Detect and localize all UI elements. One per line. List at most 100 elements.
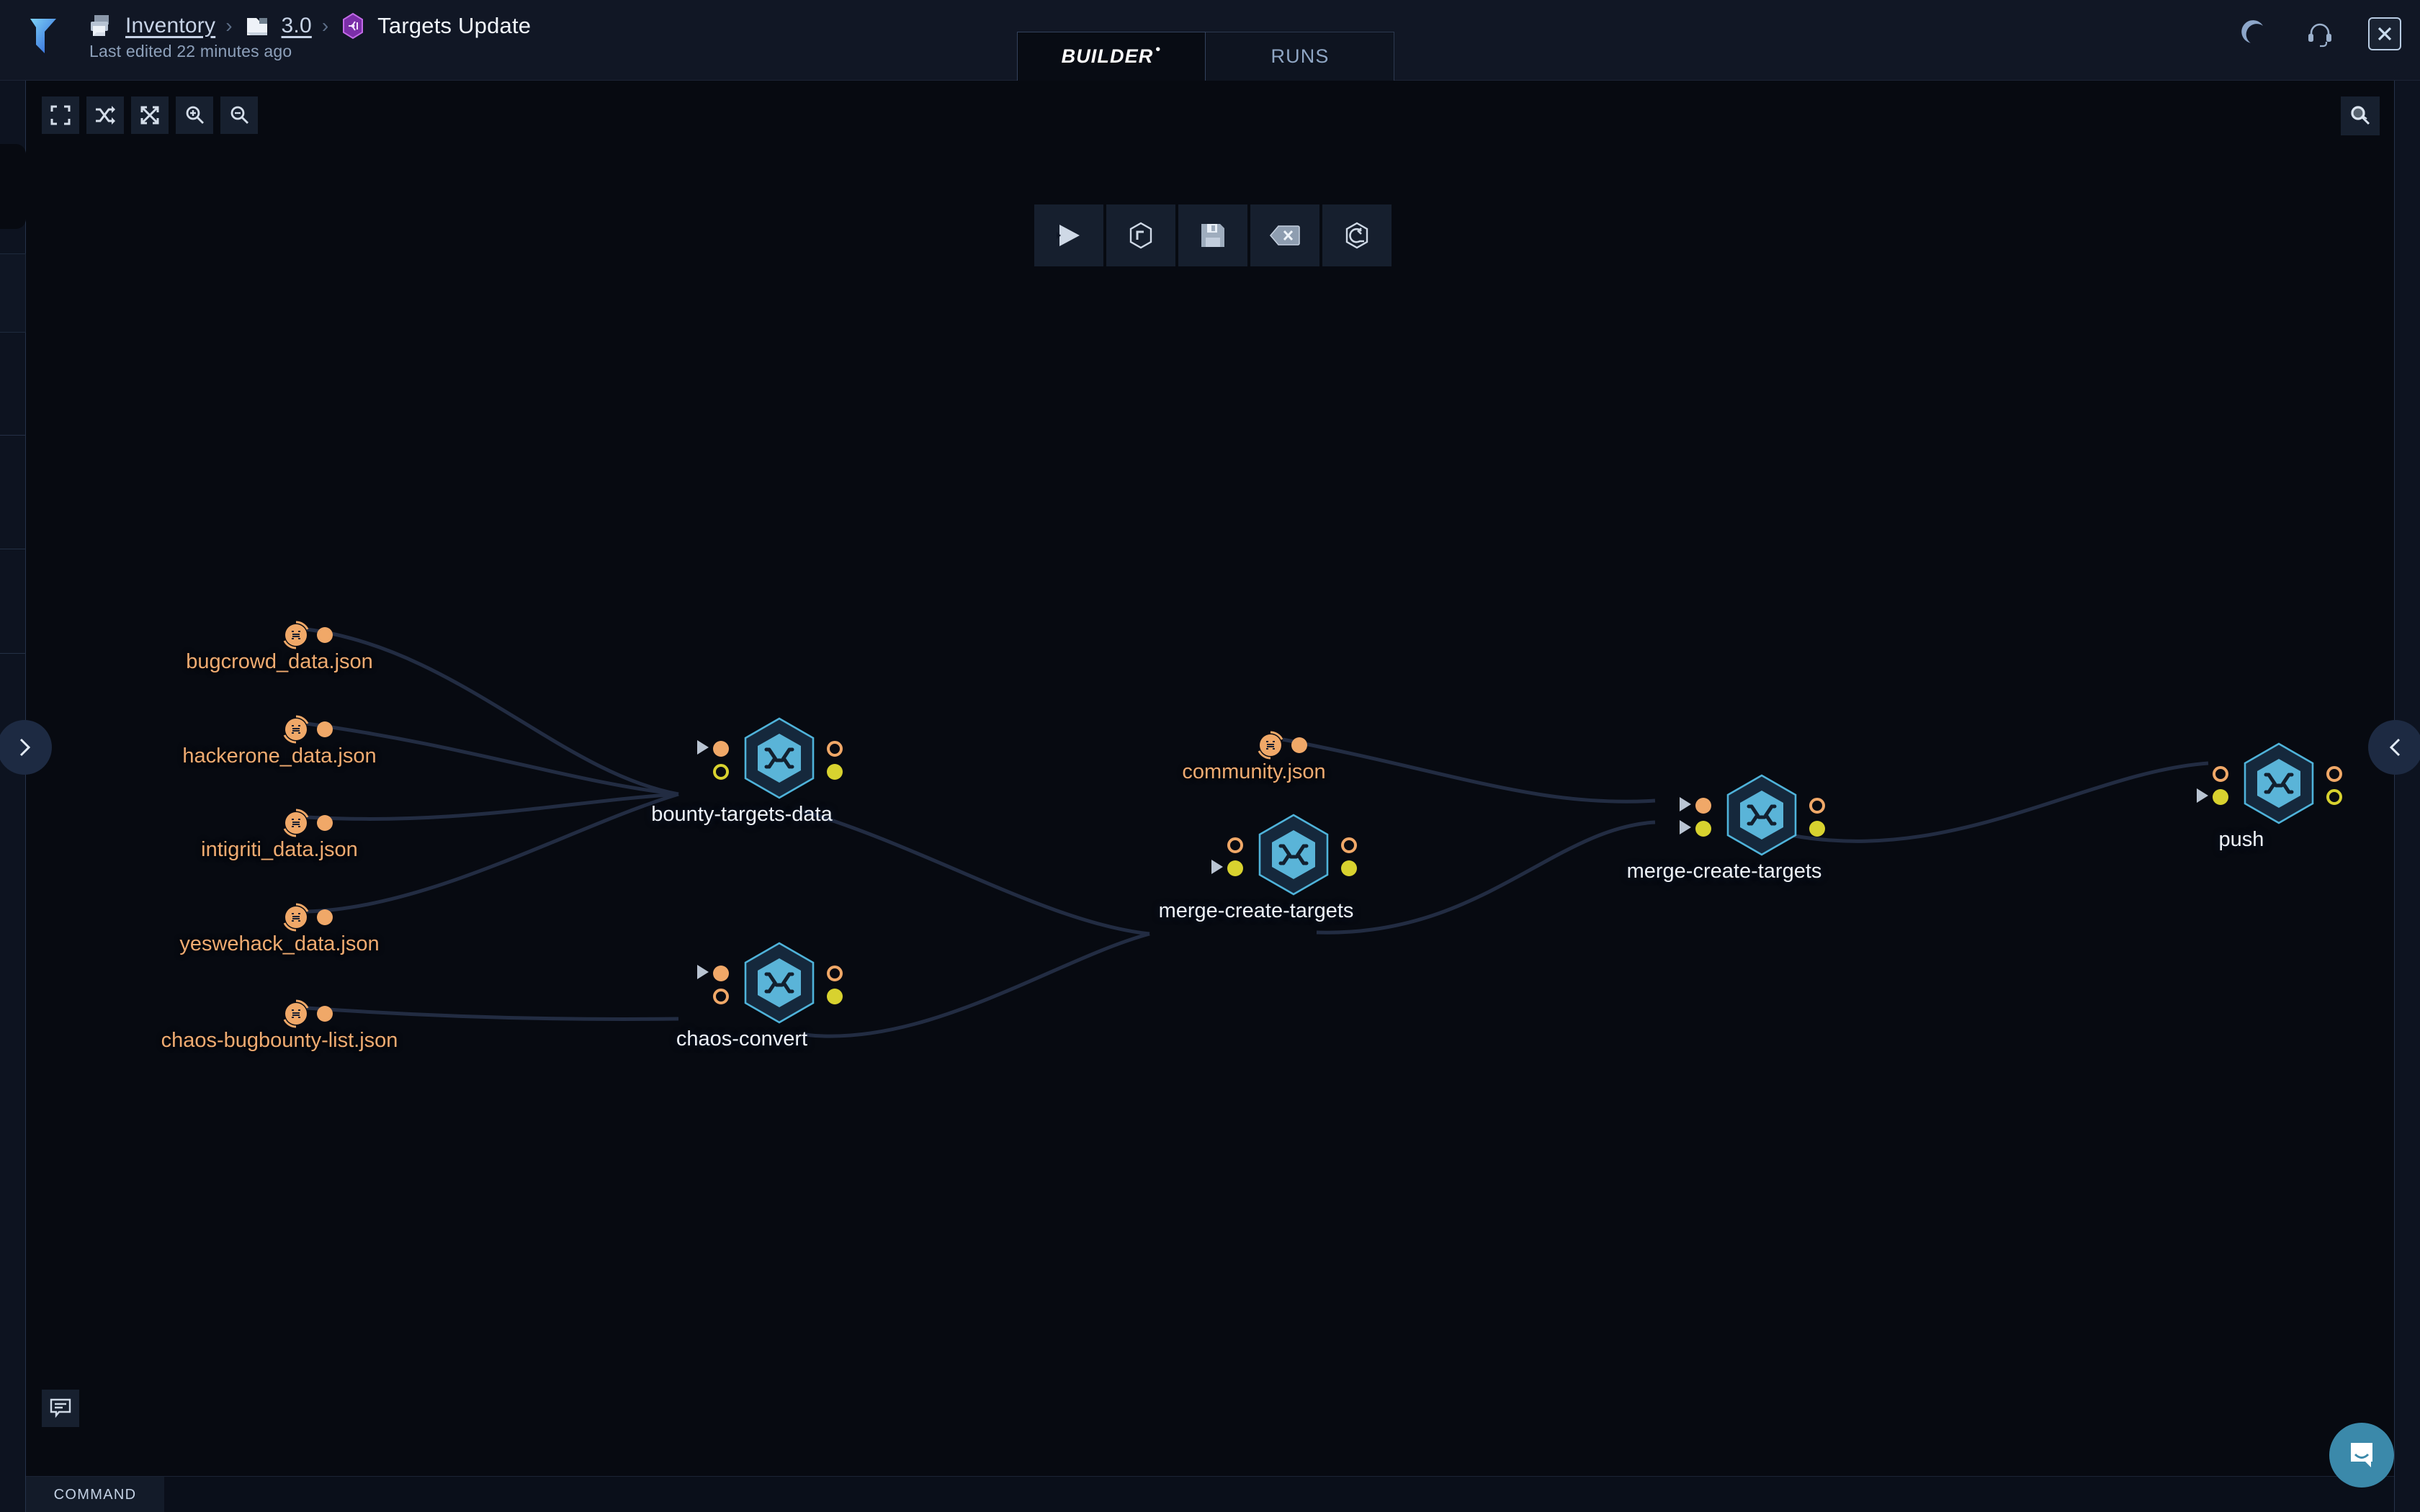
edge-arrowhead — [1680, 820, 1693, 834]
prefect-logo-icon[interactable] — [27, 16, 62, 56]
task-node-input-port[interactable] — [2213, 789, 2228, 805]
task-node-output-port[interactable] — [1809, 821, 1825, 837]
chevron-right-icon — [12, 735, 37, 760]
expand-right-panel-button[interactable] — [2368, 720, 2420, 775]
save-button[interactable] — [1178, 204, 1247, 266]
file-node-label[interactable]: community.json — [1182, 760, 1325, 784]
task-node-input-port[interactable] — [2213, 766, 2228, 782]
task-node-input-port[interactable] — [713, 764, 729, 780]
breadcrumb: Inventory › 3.0 › Targets Update — [86, 10, 531, 42]
file-source-icon[interactable] — [279, 806, 313, 840]
close-icon — [2375, 24, 2395, 44]
task-node-label[interactable]: bounty-targets-data — [651, 803, 832, 827]
file-source-icon[interactable] — [279, 713, 313, 746]
file-source-icon[interactable] — [1254, 729, 1287, 762]
task-node-hexagon[interactable] — [2241, 742, 2316, 825]
play-run-icon — [1054, 222, 1084, 249]
breadcrumb-separator: › — [225, 16, 232, 36]
view-tabs: BUILDER • RUNS — [1017, 32, 1394, 81]
task-node-label[interactable]: merge-create-targets — [1627, 860, 1822, 883]
task-node-input-port[interactable] — [713, 741, 729, 757]
task-node-output-port[interactable] — [827, 989, 843, 1004]
zoom-out-button[interactable] — [220, 96, 258, 134]
header-actions — [2238, 17, 2401, 50]
task-node-output-port[interactable] — [827, 966, 843, 981]
file-node-label[interactable]: yeswehack_data.json — [179, 932, 379, 956]
file-node-label[interactable]: intigriti_data.json — [201, 838, 358, 862]
zoom-in-button[interactable] — [176, 96, 213, 134]
tab-builder[interactable]: BUILDER • — [1017, 32, 1206, 81]
delete-node-button[interactable] — [1250, 204, 1319, 266]
file-node-label[interactable]: hackerone_data.json — [182, 744, 376, 768]
printer-icon — [86, 12, 115, 40]
revert-button[interactable] — [1322, 204, 1392, 266]
file-node-label[interactable]: bugcrowd_data.json — [186, 650, 373, 674]
close-button[interactable] — [2368, 17, 2401, 50]
task-node-input-port[interactable] — [1227, 837, 1243, 853]
search-zoom-icon — [2349, 105, 2371, 127]
task-node-hexagon[interactable] — [742, 941, 817, 1025]
file-source-icon[interactable] — [279, 901, 313, 934]
task-node-output-port[interactable] — [2326, 789, 2342, 805]
search-canvas-button[interactable] — [2341, 96, 2380, 135]
file-node-output-port[interactable] — [317, 627, 333, 643]
delete-backspace-icon — [1269, 225, 1301, 246]
dark-mode-toggle[interactable] — [2238, 17, 2272, 50]
command-tab[interactable]: COMMAND — [26, 1477, 164, 1512]
file-node-output-port[interactable] — [1291, 737, 1307, 753]
task-node-output-port[interactable] — [1809, 798, 1825, 814]
tab-builder-label: BUILDER — [1062, 45, 1154, 68]
file-node-output-port[interactable] — [317, 1006, 333, 1022]
support-button[interactable] — [2303, 17, 2336, 50]
run-flow-button[interactable] — [1034, 204, 1103, 266]
task-node-output-port[interactable] — [827, 741, 843, 757]
task-node-output-port[interactable] — [1341, 837, 1357, 853]
command-bar: COMMAND — [26, 1476, 2394, 1512]
file-source-icon[interactable] — [279, 618, 313, 652]
console-comment-icon — [50, 1398, 71, 1419]
auto-layout-button[interactable] — [86, 96, 124, 134]
file-node-label[interactable]: chaos-bugbounty-list.json — [161, 1029, 398, 1053]
task-node-label[interactable]: chaos-convert — [676, 1027, 807, 1051]
edge-arrowhead — [697, 965, 710, 979]
task-node-output-port[interactable] — [1341, 860, 1357, 876]
task-node-hexagon[interactable] — [1724, 773, 1799, 857]
task-node-input-port[interactable] — [1227, 860, 1243, 876]
add-node-button[interactable] — [1106, 204, 1175, 266]
expand-button[interactable] — [131, 96, 169, 134]
edge-arrowhead — [1211, 860, 1224, 874]
file-source-icon[interactable] — [279, 997, 313, 1030]
revert-hex-icon — [1343, 221, 1371, 250]
task-node-hexagon[interactable] — [1256, 813, 1331, 896]
tab-builder-unsaved-dot: • — [1155, 42, 1161, 58]
top-bar: Inventory › 3.0 › Targets Update L — [0, 0, 2420, 81]
canvas-search-corner — [2341, 96, 2380, 135]
flow-canvas[interactable]: bugcrowd_data.json hackerone_data.jsonint… — [26, 81, 2394, 1476]
task-node-input-port[interactable] — [713, 989, 729, 1004]
task-node-input-port[interactable] — [1695, 798, 1711, 814]
task-node-output-port[interactable] — [2326, 766, 2342, 782]
add-node-hex-icon — [1126, 221, 1155, 250]
shuffle-layout-icon — [94, 105, 116, 125]
task-node-input-port[interactable] — [1695, 821, 1711, 837]
right-collapsed-panel[interactable] — [2394, 81, 2420, 1512]
fit-to-screen-button[interactable] — [42, 96, 79, 134]
task-node-label[interactable]: merge-create-targets — [1159, 899, 1354, 923]
task-node-output-port[interactable] — [827, 764, 843, 780]
file-node-output-port[interactable] — [317, 721, 333, 737]
support-chat-button[interactable] — [2329, 1423, 2394, 1488]
left-collapsed-panel[interactable] — [0, 81, 26, 1512]
task-node-label[interactable]: push — [2219, 828, 2264, 852]
task-node-hexagon[interactable] — [742, 716, 817, 800]
file-node-output-port[interactable] — [317, 815, 333, 831]
task-node-input-port[interactable] — [713, 966, 729, 981]
file-node-output-port[interactable] — [317, 909, 333, 925]
canvas-toolbar-center — [1034, 204, 1392, 266]
breadcrumb-link-inventory[interactable]: Inventory — [125, 14, 215, 38]
left-panel-card — [0, 144, 26, 229]
tab-runs[interactable]: RUNS — [1206, 32, 1394, 81]
breadcrumb-separator-2: › — [322, 16, 328, 36]
breadcrumb-link-version[interactable]: 3.0 — [282, 14, 312, 38]
open-console-button[interactable] — [42, 1390, 79, 1427]
chevron-left-icon — [2383, 735, 2408, 760]
